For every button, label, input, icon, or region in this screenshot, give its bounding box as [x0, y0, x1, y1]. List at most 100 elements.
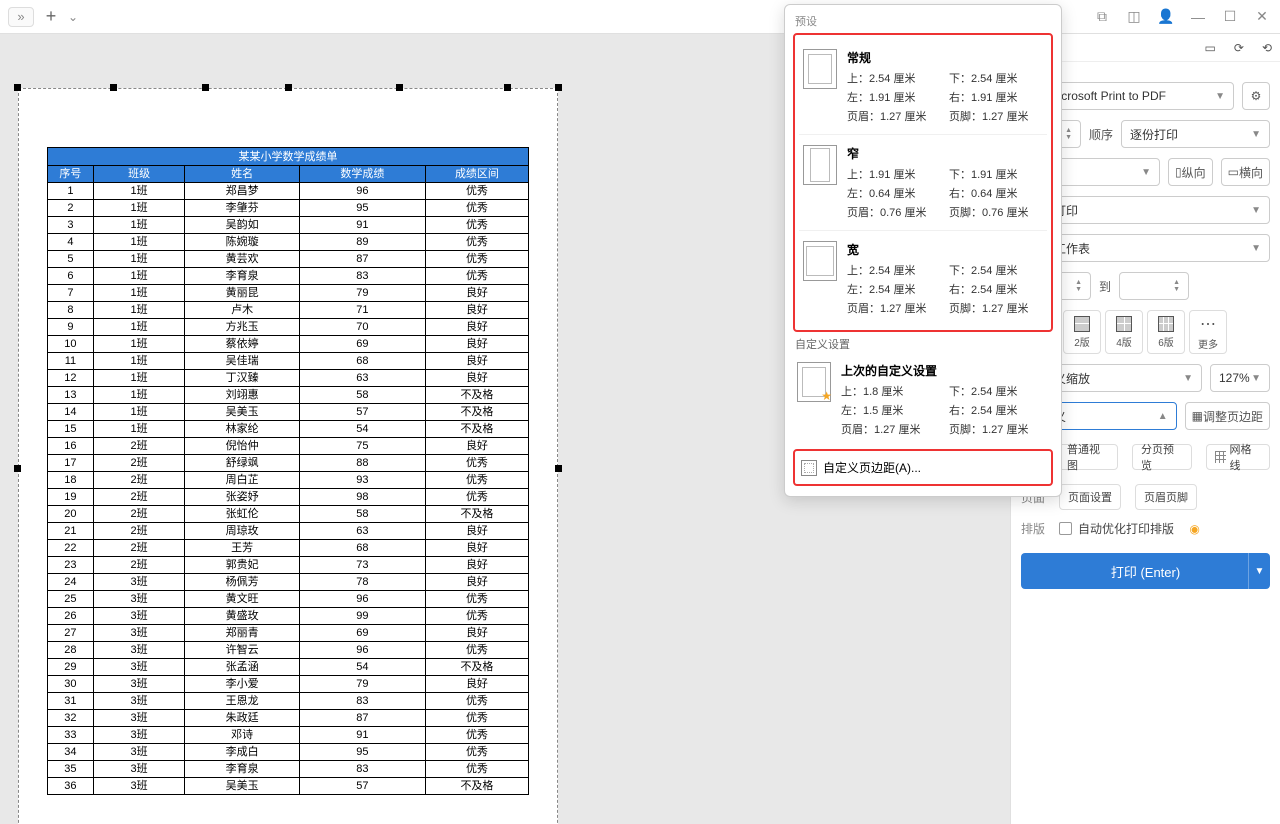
layout-option-button[interactable]: 6版	[1147, 310, 1185, 354]
table-row: 293班张孟涵54不及格	[48, 659, 529, 676]
margin-preset-item[interactable]: 常规 上：2.54 厘米下：2.54 厘米 左：1.91 厘米右：1.91 厘米…	[799, 39, 1047, 135]
custom-margin-button[interactable]: 自定义页边距(A)...	[793, 449, 1053, 486]
margin-value: 右：2.54 厘米	[949, 402, 1049, 418]
new-tab-button[interactable]: +	[42, 8, 60, 26]
table-row: 243班杨佩芳78良好	[48, 574, 529, 591]
table-row: 162班倪怡仲75良好	[48, 438, 529, 455]
printer-settings-button[interactable]: ⚙	[1242, 82, 1270, 110]
table-row: 51班黄芸欢87优秀	[48, 251, 529, 268]
margin-handle[interactable]	[110, 84, 117, 91]
margin-value: 页眉：1.27 厘米	[841, 421, 941, 437]
margin-handle[interactable]	[396, 84, 403, 91]
resize-handle[interactable]	[555, 84, 562, 91]
auto-optimize-checkbox[interactable]: 自动优化打印排版 ◉	[1059, 520, 1200, 537]
table-row: 363班吴美玉57不及格	[48, 778, 529, 795]
margin-value: 上：2.54 厘米	[847, 70, 941, 86]
window-copy-icon[interactable]: ⧉	[1092, 8, 1112, 25]
table-row: 121班丁汉臻63良好	[48, 370, 529, 387]
resize-handle[interactable]	[14, 465, 21, 472]
margin-value: 左：1.5 厘米	[841, 402, 941, 418]
table-row: 253班黄文旺96优秀	[48, 591, 529, 608]
table-row: 222班王芳68良好	[48, 540, 529, 557]
avatar-icon[interactable]: 👤	[1156, 8, 1176, 25]
column-header: 班级	[93, 166, 185, 183]
table-row: 31班吴韵如91优秀	[48, 217, 529, 234]
window-cube-icon[interactable]: ◫	[1124, 8, 1144, 25]
table-row: 141班吴美玉57不及格	[48, 404, 529, 421]
header-footer-button[interactable]: 页眉页脚	[1135, 484, 1197, 510]
resize-handle[interactable]	[555, 465, 562, 472]
margin-value: 页脚：1.27 厘米	[949, 421, 1049, 437]
gridlines-button[interactable]: 网格线	[1206, 444, 1270, 470]
table-row: 273班郑丽青69良好	[48, 625, 529, 642]
table-row: 343班李成白95优秀	[48, 744, 529, 761]
normal-view-button[interactable]: 普通视图	[1058, 444, 1118, 470]
margin-preset-panel: 预设 常规 上：2.54 厘米下：2.54 厘米 左：1.91 厘米右：1.91…	[784, 4, 1062, 497]
resize-handle[interactable]	[285, 84, 292, 91]
layout-option-button[interactable]: 2版	[1063, 310, 1101, 354]
margin-preset-item[interactable]: 宽 上：2.54 厘米下：2.54 厘米 左：2.54 厘米右：2.54 厘米 …	[799, 231, 1047, 326]
resize-handle[interactable]	[14, 84, 21, 91]
landscape-button[interactable]: ▭ 横向	[1221, 158, 1270, 186]
table-row: 11班郑昌梦96优秀	[48, 183, 529, 200]
preset-icon: ★	[797, 362, 831, 402]
table-row: 182班周白芷93优秀	[48, 472, 529, 489]
margin-value: 下：2.54 厘米	[949, 262, 1043, 278]
titlebar: » + ⌄ ⧉ ◫ 👤 — ☐ ✕	[0, 0, 1280, 34]
column-header: 姓名	[185, 166, 300, 183]
table-title: 某某小学数学成绩单	[48, 148, 529, 166]
maximize-button[interactable]: ☐	[1220, 8, 1240, 25]
pagebreak-view-button[interactable]: 分页预览	[1132, 444, 1192, 470]
table-row: 353班李育泉83优秀	[48, 761, 529, 778]
custom-settings-label: 自定义设置	[793, 332, 1053, 354]
titlebar-right: ⧉ ◫ 👤 — ☐ ✕	[1092, 8, 1272, 25]
preset-name: 宽	[847, 241, 1043, 258]
margin-handle[interactable]	[504, 84, 511, 91]
page-setup-button[interactable]: 页面设置	[1059, 484, 1121, 510]
grid-icon	[1215, 451, 1226, 463]
preview-page: 某某小学数学成绩单 序号班级姓名数学成绩成绩区间 11班郑昌梦96优秀21班李肇…	[18, 88, 558, 824]
printer-name: Microsoft Print to PDF	[1049, 89, 1166, 103]
portrait-button[interactable]: ▯ 纵向	[1168, 158, 1213, 186]
preset-panel-title: 预设	[795, 13, 1053, 29]
table-row: 303班李小爱79良好	[48, 676, 529, 693]
ribbon-icon[interactable]: ⟳	[1234, 41, 1244, 55]
table-row: 91班方兆玉70良好	[48, 319, 529, 336]
tab-dropdown-icon[interactable]: ⌄	[68, 10, 78, 24]
checkbox-icon	[1059, 522, 1072, 535]
table-row: 111班吴佳瑞68良好	[48, 353, 529, 370]
margin-value: 下：2.54 厘米	[949, 383, 1049, 399]
margin-value: 下：1.91 厘米	[949, 166, 1043, 182]
collate-select[interactable]: 逐份打印▼	[1121, 120, 1270, 148]
close-button[interactable]: ✕	[1252, 8, 1272, 25]
margin-value: 页脚：1.27 厘米	[949, 300, 1043, 316]
ribbon-icon[interactable]: ⟲	[1262, 41, 1272, 55]
adjust-margin-button[interactable]: ▦ 调整页边距	[1185, 402, 1270, 430]
preset-icon	[803, 49, 837, 89]
scale-value-select[interactable]: 127%▼	[1210, 364, 1270, 392]
page-to-input[interactable]: ▲▼	[1119, 272, 1189, 300]
custom-margin-label: 自定义页边距(A)...	[823, 459, 921, 476]
margin-value: 页脚：0.76 厘米	[949, 204, 1043, 220]
print-split-icon[interactable]: ▼	[1248, 553, 1270, 589]
table-row: 283班许智云96优秀	[48, 642, 529, 659]
layout-option-button[interactable]: 4版	[1105, 310, 1143, 354]
print-button[interactable]: 打印 (Enter) ▼	[1021, 553, 1270, 589]
table-row: 131班刘翊惠58不及格	[48, 387, 529, 404]
margin-value: 上：1.91 厘米	[847, 166, 941, 182]
column-header: 序号	[48, 166, 94, 183]
tab-button[interactable]: »	[8, 7, 34, 27]
table-row: 21班李肇芬95优秀	[48, 200, 529, 217]
table-row: 212班周琼玫63良好	[48, 523, 529, 540]
margin-preset-item[interactable]: 窄 上：1.91 厘米下：1.91 厘米 左：0.64 厘米右：0.64 厘米 …	[799, 135, 1047, 231]
margin-value: 上：1.8 厘米	[841, 383, 941, 399]
margin-value: 页脚：1.27 厘米	[949, 108, 1043, 124]
to-label: 到	[1099, 278, 1111, 295]
margin-value: 页眉：1.27 厘米	[847, 300, 941, 316]
margin-handle[interactable]	[202, 84, 209, 91]
minimize-button[interactable]: —	[1188, 9, 1208, 25]
margin-value: 左：0.64 厘米	[847, 185, 941, 201]
last-custom-preset[interactable]: ★ 上次的自定义设置 上：1.8 厘米 下：2.54 厘米 左：1.5 厘米 右…	[793, 354, 1053, 443]
ribbon-icon[interactable]: ▭	[1205, 41, 1216, 55]
layout-option-button[interactable]: ⋯更多	[1189, 310, 1227, 354]
